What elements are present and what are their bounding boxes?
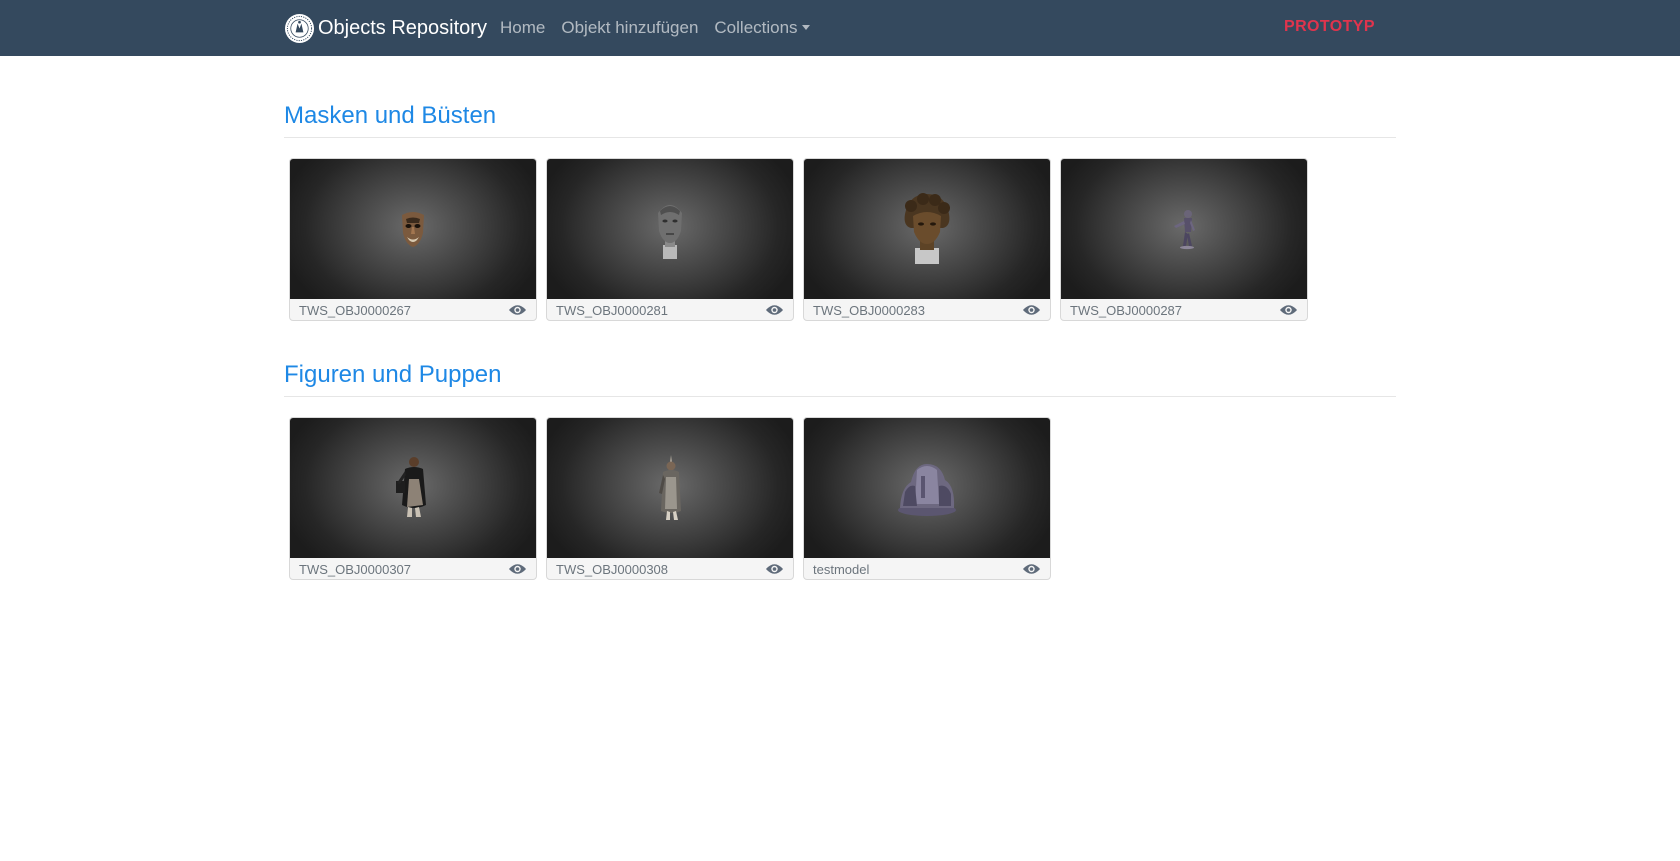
section-masks-busts: Masken und Büsten TWS_OBJ0000267 TWS_OBJ… [284,94,1396,321]
object-thumbnail [804,418,1050,558]
section-title: Figuren und Puppen [284,353,1396,397]
object-card[interactable]: TWS_OBJ0000281 [546,158,794,321]
nav-home-link[interactable]: Home [500,18,545,38]
section-title: Masken und Büsten [284,94,1396,138]
object-label: testmodel [813,561,870,577]
eye-icon[interactable] [1022,304,1041,316]
bust-thumbnail-graphic [904,193,950,264]
nav-links: Home Objekt hinzufügen Collections [500,0,826,56]
object-card[interactable]: TWS_OBJ0000267 [289,158,537,321]
card-footer: testmodel [804,558,1050,579]
caret-down-icon [801,25,810,30]
object-card[interactable]: TWS_OBJ0000287 [1060,158,1308,321]
card-footer: TWS_OBJ0000308 [547,558,793,579]
object-thumbnail [804,159,1050,299]
object-thumbnail [547,159,793,299]
nav-collections-label: Collections [714,18,798,37]
eye-icon[interactable] [765,304,784,316]
object-label: TWS_OBJ0000267 [299,302,412,318]
nav-collections-dropdown[interactable]: Collections [714,18,810,38]
object-card[interactable]: TWS_OBJ0000307 [289,417,537,580]
puppet-thumbnail-graphic [396,457,426,517]
card-footer: TWS_OBJ0000287 [1061,299,1307,320]
object-thumbnail [1061,159,1307,299]
brand-title: Objects Repository [318,16,487,39]
object-label: TWS_OBJ0000307 [299,561,412,577]
card-footer: TWS_OBJ0000307 [290,558,536,579]
eye-icon[interactable] [765,563,784,575]
puppet-thumbnail-graphic [659,455,681,520]
brand-link[interactable]: Objects Repository [284,12,487,44]
eye-icon[interactable] [1279,304,1298,316]
figurine-thumbnail-graphic [1174,210,1195,250]
bust-thumbnail-graphic [658,205,682,259]
card-footer: TWS_OBJ0000281 [547,299,793,320]
prototype-badge: PROTOTYP [1284,18,1375,35]
card-grid: TWS_OBJ0000267 TWS_OBJ0000281 TWS_OBJ000… [284,158,1396,321]
object-card[interactable]: testmodel [803,417,1051,580]
mask-thumbnail-graphic [402,212,424,247]
object-thumbnail [290,418,536,558]
object-thumbnail [290,159,536,299]
card-footer: TWS_OBJ0000283 [804,299,1050,320]
eye-icon[interactable] [508,563,527,575]
object-card[interactable]: TWS_OBJ0000283 [803,158,1051,321]
seal-logo-icon [284,13,315,43]
object-label: TWS_OBJ0000287 [1070,302,1183,318]
sculpture-thumbnail-graphic [898,464,956,516]
eye-icon[interactable] [1022,563,1041,575]
navbar: Objects Repository Home Objekt hinzufüge… [0,0,1680,56]
card-footer: TWS_OBJ0000267 [290,299,536,320]
object-thumbnail [547,418,793,558]
card-grid: TWS_OBJ0000307 TWS_OBJ0000308 testmodel [284,417,1396,580]
object-card[interactable]: TWS_OBJ0000308 [546,417,794,580]
object-label: TWS_OBJ0000281 [556,302,669,318]
object-label: TWS_OBJ0000308 [556,561,669,577]
section-figures-puppets: Figuren und Puppen TWS_OBJ0000307 TWS_OB… [284,353,1396,580]
nav-add-object-link[interactable]: Objekt hinzufügen [561,18,698,38]
eye-icon[interactable] [508,304,527,316]
object-label: TWS_OBJ0000283 [813,302,926,318]
